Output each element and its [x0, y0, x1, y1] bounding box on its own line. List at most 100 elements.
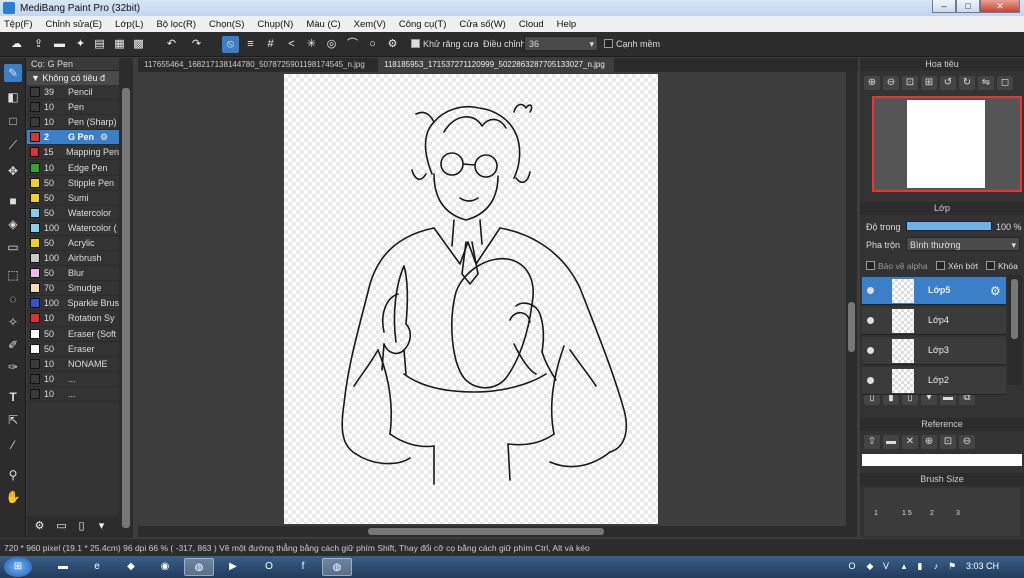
- gradient-tool-icon[interactable]: ▭: [4, 238, 22, 256]
- soft-edge-option[interactable]: Cạnh mềm: [604, 39, 660, 49]
- menu-view[interactable]: Xem(V): [354, 19, 386, 30]
- brush-new-icon[interactable]: ▯: [73, 518, 90, 535]
- select-pen-tool-icon[interactable]: ✐: [4, 336, 22, 354]
- zoom-out-icon[interactable]: ⊖: [883, 76, 899, 90]
- radial-snap-icon[interactable]: ✳: [303, 36, 320, 53]
- text-tool-icon[interactable]: T: [4, 388, 22, 406]
- eye-icon[interactable]: [867, 287, 874, 294]
- brush-folder-icon[interactable]: ▭: [53, 518, 70, 535]
- magic-wand-tool-icon[interactable]: ✧: [4, 313, 22, 331]
- tray-app-icon[interactable]: ◆: [864, 560, 876, 572]
- menu-layer[interactable]: Lớp(L): [115, 19, 143, 30]
- page-icon[interactable]: ▤: [91, 36, 108, 53]
- pages-icon[interactable]: ▦: [111, 36, 128, 53]
- layer-row[interactable]: Lớp5 ⚙: [862, 277, 1006, 305]
- tray-arrow-icon[interactable]: ▴: [898, 560, 910, 572]
- brush-add-icon[interactable]: ⚙: [31, 518, 48, 535]
- brush-folder[interactable]: ▼ Không có tiêu đ: [27, 71, 119, 85]
- menu-color[interactable]: Màu (C): [306, 19, 340, 30]
- canvas-horizontal-scrollbar[interactable]: [138, 526, 846, 537]
- media-task-icon[interactable]: ▶: [218, 558, 248, 576]
- layer-settings-icon[interactable]: ⚙: [990, 284, 1001, 298]
- comment-icon[interactable]: ▬: [51, 36, 68, 53]
- reference-folder-icon[interactable]: ▬: [883, 435, 899, 449]
- brush-item[interactable]: 10 Edge Pen: [27, 160, 119, 176]
- reference-zoom-out-icon[interactable]: ⊖: [959, 435, 975, 449]
- opacity-slider[interactable]: [906, 221, 992, 231]
- brush-item[interactable]: 50 Acrylic: [27, 236, 119, 252]
- layer-row[interactable]: Lớp3: [862, 337, 1006, 365]
- soft-edge-checkbox[interactable]: [604, 39, 613, 48]
- medibang-window-task-icon[interactable]: ◍: [322, 558, 352, 576]
- eye-icon[interactable]: [867, 317, 874, 324]
- circle-snap-icon[interactable]: ○: [364, 36, 381, 53]
- protect-alpha-option[interactable]: Bảo vệ alpha: [866, 261, 928, 271]
- fill-rect-tool-icon[interactable]: ■: [4, 192, 22, 210]
- bucket-tool-icon[interactable]: ◈: [4, 215, 22, 233]
- brush-item[interactable]: 10 Rotation Sy: [27, 311, 119, 327]
- brush-item[interactable]: 100 Watercolor (: [27, 221, 119, 236]
- export-icon[interactable]: ⇪: [30, 36, 47, 53]
- facebook-task-icon[interactable]: f: [288, 558, 318, 576]
- brush-item[interactable]: 10...: [27, 372, 119, 387]
- blend-dropdown[interactable]: Bình thường ▾: [906, 237, 1020, 251]
- menu-file[interactable]: Tệp(F): [4, 19, 33, 30]
- tray-v-icon[interactable]: V: [880, 560, 892, 572]
- antialias-option[interactable]: Khử răng cưa: [411, 39, 479, 49]
- brush-size-option[interactable]: 1.5: [902, 510, 912, 517]
- brush-size-option[interactable]: 2: [930, 510, 934, 517]
- tray-flag-icon[interactable]: ⚑: [946, 560, 958, 572]
- divide-tool-icon[interactable]: ⁄: [4, 436, 22, 454]
- lock-option[interactable]: Khóa: [986, 261, 1018, 271]
- tray-opera-icon[interactable]: O: [846, 560, 858, 572]
- eyedropper-tool-icon[interactable]: ⚲: [4, 466, 22, 484]
- brush-size-option[interactable]: 1: [874, 510, 878, 517]
- cloud-icon[interactable]: ☁: [8, 36, 25, 53]
- minimize-button[interactable]: –: [932, 0, 956, 13]
- brush-item[interactable]: 50 Watercolor: [27, 206, 119, 221]
- layer-scrollbar[interactable]: [1007, 275, 1022, 385]
- fit-icon[interactable]: ⊡: [902, 76, 918, 90]
- tray-network-icon[interactable]: ▮: [914, 560, 926, 572]
- menu-help[interactable]: Help: [557, 19, 577, 30]
- brush-item[interactable]: 39 Pencil: [27, 85, 119, 101]
- layer-row[interactable]: Lớp4: [862, 307, 1006, 335]
- lasso-tool-icon[interactable]: ◌: [4, 290, 22, 308]
- menu-window[interactable]: Cửa số(W): [459, 19, 505, 30]
- brush-size-option[interactable]: 3: [956, 510, 960, 517]
- menu-cloud[interactable]: Cloud: [519, 19, 544, 30]
- antialias-checkbox[interactable]: [411, 39, 420, 48]
- shape-tool-icon[interactable]: □: [4, 112, 22, 130]
- eye-icon[interactable]: [867, 347, 874, 354]
- perspective-snap-icon[interactable]: <: [283, 36, 300, 53]
- reference-open-icon[interactable]: ⇧: [864, 435, 880, 449]
- opera-task-icon[interactable]: O: [254, 558, 284, 576]
- layer-row[interactable]: Lớp2: [862, 367, 1006, 395]
- brush-item[interactable]: 50 Sumi: [27, 191, 119, 206]
- maximize-button[interactable]: □: [956, 0, 980, 13]
- reference-close-icon[interactable]: ✕: [902, 435, 918, 449]
- curve-snap-icon[interactable]: ⌒: [344, 36, 361, 53]
- app-task-icon[interactable]: ◆: [116, 558, 146, 576]
- tray-volume-icon[interactable]: ♪: [930, 560, 942, 572]
- menu-tools[interactable]: Công cụ(T): [399, 19, 447, 30]
- select-rect-tool-icon[interactable]: ⬚: [4, 266, 22, 284]
- rotate-right-icon[interactable]: ↻: [959, 76, 975, 90]
- snap-settings-icon[interactable]: ⚙: [384, 36, 401, 53]
- menu-snap[interactable]: Chụp(N): [257, 19, 293, 30]
- select-eraser-tool-icon[interactable]: ✑: [4, 358, 22, 376]
- brush-item[interactable]: 100 Airbrush: [27, 251, 119, 267]
- brush-item[interactable]: 2 G Pen ⚙: [27, 130, 119, 146]
- reference-area[interactable]: [862, 454, 1022, 466]
- snap-off-icon[interactable]: ⦸: [222, 36, 239, 53]
- move-tool-icon[interactable]: ✥: [4, 162, 22, 180]
- tab-document-1[interactable]: 117655464_168217138144780_50787259011981…: [138, 58, 374, 72]
- correction-dropdown[interactable]: 36 ▾: [524, 36, 598, 51]
- medibang-task-icon[interactable]: ◍: [184, 558, 214, 576]
- menu-select[interactable]: Chọn(S): [209, 19, 244, 30]
- explorer-task-icon[interactable]: ▬: [48, 558, 78, 576]
- clipping-option[interactable]: Xén bớt: [936, 261, 978, 271]
- reference-zoom-in-icon[interactable]: ⊕: [921, 435, 937, 449]
- brush-item[interactable]: 10 NONAME: [27, 357, 119, 372]
- brush-menu-icon[interactable]: ▾: [93, 518, 110, 535]
